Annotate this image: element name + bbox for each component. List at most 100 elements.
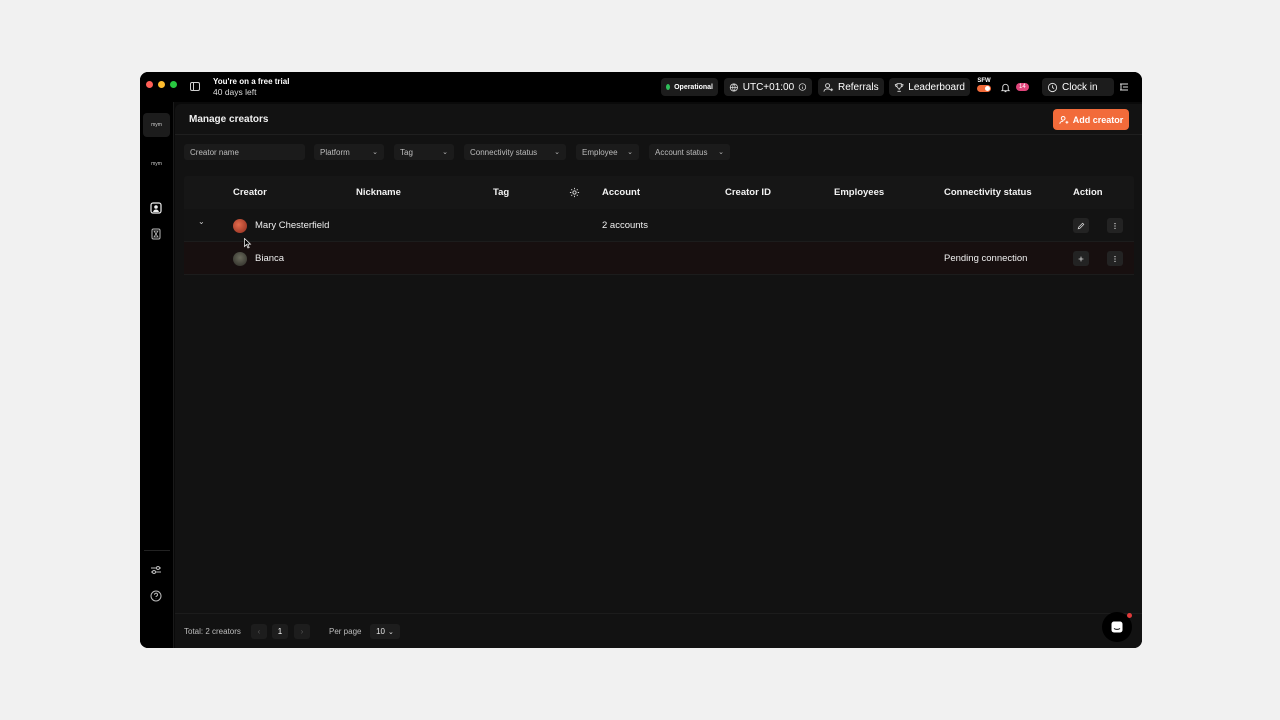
referrals-button[interactable]: Referrals xyxy=(818,78,884,96)
main-content: Manage creators Add creator Creator name… xyxy=(175,104,1142,648)
timezone-label: UTC+01:00 xyxy=(742,81,795,93)
notifications-button[interactable]: 14 xyxy=(1000,78,1036,96)
platform-filter[interactable]: Platform ⌄ xyxy=(314,144,384,160)
clock-in-button[interactable]: Clock in xyxy=(1042,78,1114,96)
trial-notice: You're on a free trial 40 days left xyxy=(213,77,289,97)
table-row[interactable]: Bianca Pending connection xyxy=(184,242,1134,275)
chevron-down-icon: ⌄ xyxy=(718,149,724,156)
chevron-down-icon: ⌄ xyxy=(627,149,633,156)
add-account-button[interactable] xyxy=(1073,251,1089,266)
next-page-button[interactable]: › xyxy=(294,624,310,639)
pencil-icon xyxy=(1077,222,1085,229)
connectivity-status-filter[interactable]: Connectivity status ⌄ xyxy=(464,144,566,160)
chat-unread-dot xyxy=(1127,613,1132,618)
page-number-button[interactable]: 1 xyxy=(272,624,288,639)
account-count: 2 accounts xyxy=(602,220,648,231)
tag-filter-label: Tag xyxy=(400,147,413,157)
sidebar-divider xyxy=(144,550,170,551)
user-plus-icon xyxy=(823,82,834,92)
status-label: Operational xyxy=(674,83,713,91)
tag-filter[interactable]: Tag ⌄ xyxy=(394,144,454,160)
trophy-icon xyxy=(894,82,904,92)
per-page-select[interactable]: 10 ⌄ xyxy=(370,624,400,639)
sidebar-toggle-icon[interactable] xyxy=(190,82,200,91)
bell-icon xyxy=(1000,83,1011,92)
chevron-down-icon: ⌄ xyxy=(388,628,394,636)
leaderboard-label: Leaderboard xyxy=(908,81,965,93)
col-connectivity-status[interactable]: Connectivity status xyxy=(944,187,1032,198)
platform-filter-label: Platform xyxy=(320,147,350,157)
title-bar: You're on a free trial 40 days left Oper… xyxy=(140,72,1142,102)
gear-icon[interactable] xyxy=(569,187,580,198)
sliders-icon[interactable] xyxy=(150,564,162,576)
add-creator-button[interactable]: Add creator xyxy=(1053,109,1129,130)
creator-name-placeholder: Creator name xyxy=(190,147,239,157)
col-creator-id[interactable]: Creator ID xyxy=(725,187,771,198)
per-page-label: Per page xyxy=(329,627,362,636)
sidebar: mym mym xyxy=(140,102,174,648)
table-row[interactable]: ⌄ Mary Chesterfield 2 accounts xyxy=(184,209,1134,242)
workspace-logo-active[interactable]: mym xyxy=(143,113,170,137)
help-icon[interactable] xyxy=(150,590,162,602)
chevron-down-icon: ⌄ xyxy=(554,149,560,156)
minimize-window-button[interactable] xyxy=(158,81,165,88)
notifications-badge: 14 xyxy=(1016,83,1029,91)
leaderboard-button[interactable]: Leaderboard xyxy=(889,78,970,96)
trial-title: You're on a free trial xyxy=(213,77,290,86)
creator-name[interactable]: Mary Chesterfield xyxy=(255,220,329,231)
col-employees[interactable]: Employees xyxy=(834,187,884,198)
avatar xyxy=(233,219,247,233)
workspace-logo-text: mym xyxy=(151,122,162,128)
employee-filter-label: Employee xyxy=(582,147,618,157)
chat-icon xyxy=(1111,621,1123,633)
user-icon[interactable] xyxy=(150,202,162,214)
globe-icon xyxy=(729,82,738,92)
col-account[interactable]: Account xyxy=(602,187,640,198)
creator-name-input[interactable]: Creator name xyxy=(184,144,305,160)
page-title: Manage creators xyxy=(189,114,269,125)
more-vertical-icon xyxy=(1114,222,1116,229)
total-count: Total: 2 creators xyxy=(184,627,241,636)
status-badge[interactable]: Operational xyxy=(661,78,718,96)
table-header: Creator Nickname Tag Account Creator ID … xyxy=(184,176,1134,209)
col-tag[interactable]: Tag xyxy=(493,187,509,198)
chevron-down-icon[interactable]: ⌄ xyxy=(198,217,205,226)
col-action: Action xyxy=(1073,187,1103,198)
creator-name[interactable]: Bianca xyxy=(255,253,284,264)
avatar xyxy=(233,252,247,266)
referrals-label: Referrals xyxy=(838,81,879,93)
per-page-value: 10 xyxy=(376,627,386,636)
prev-page-button[interactable]: ‹ xyxy=(251,624,267,639)
app-window: You're on a free trial 40 days left Oper… xyxy=(140,72,1142,648)
status-dot-icon xyxy=(666,84,671,90)
connectivity-status-filter-label: Connectivity status xyxy=(470,147,538,157)
sfw-toggle[interactable]: SFW xyxy=(976,78,992,96)
plus-icon xyxy=(1078,256,1084,261)
account-status-filter[interactable]: Account status ⌄ xyxy=(649,144,730,160)
more-options-button[interactable] xyxy=(1107,218,1123,233)
more-vertical-icon xyxy=(1114,255,1116,262)
chevron-down-icon: ⌄ xyxy=(372,149,378,156)
info-icon xyxy=(798,83,807,91)
sfw-switch[interactable] xyxy=(977,85,991,92)
clock-in-label: Clock in xyxy=(1062,81,1098,93)
menu-icon[interactable] xyxy=(1119,82,1129,92)
close-window-button[interactable] xyxy=(146,81,153,88)
timezone-button[interactable]: UTC+01:00 xyxy=(724,78,812,96)
account-status-filter-label: Account status xyxy=(655,147,708,157)
chevron-down-icon: ⌄ xyxy=(442,149,448,156)
employee-filter[interactable]: Employee ⌄ xyxy=(576,144,639,160)
header-divider xyxy=(175,134,1142,135)
col-creator[interactable]: Creator xyxy=(233,187,267,198)
user-plus-icon xyxy=(1059,115,1069,124)
maximize-window-button[interactable] xyxy=(170,81,177,88)
workspace-logo-text-2: mym xyxy=(151,161,162,167)
workspace-logo[interactable]: mym xyxy=(143,152,170,176)
more-options-button[interactable] xyxy=(1107,251,1123,266)
edit-button[interactable] xyxy=(1073,218,1089,233)
add-creator-label: Add creator xyxy=(1072,114,1124,125)
hourglass-icon[interactable] xyxy=(150,228,162,240)
col-nickname[interactable]: Nickname xyxy=(356,187,401,198)
trial-days-left: 40 days left xyxy=(213,87,257,97)
sfw-label: SFW xyxy=(977,78,991,84)
